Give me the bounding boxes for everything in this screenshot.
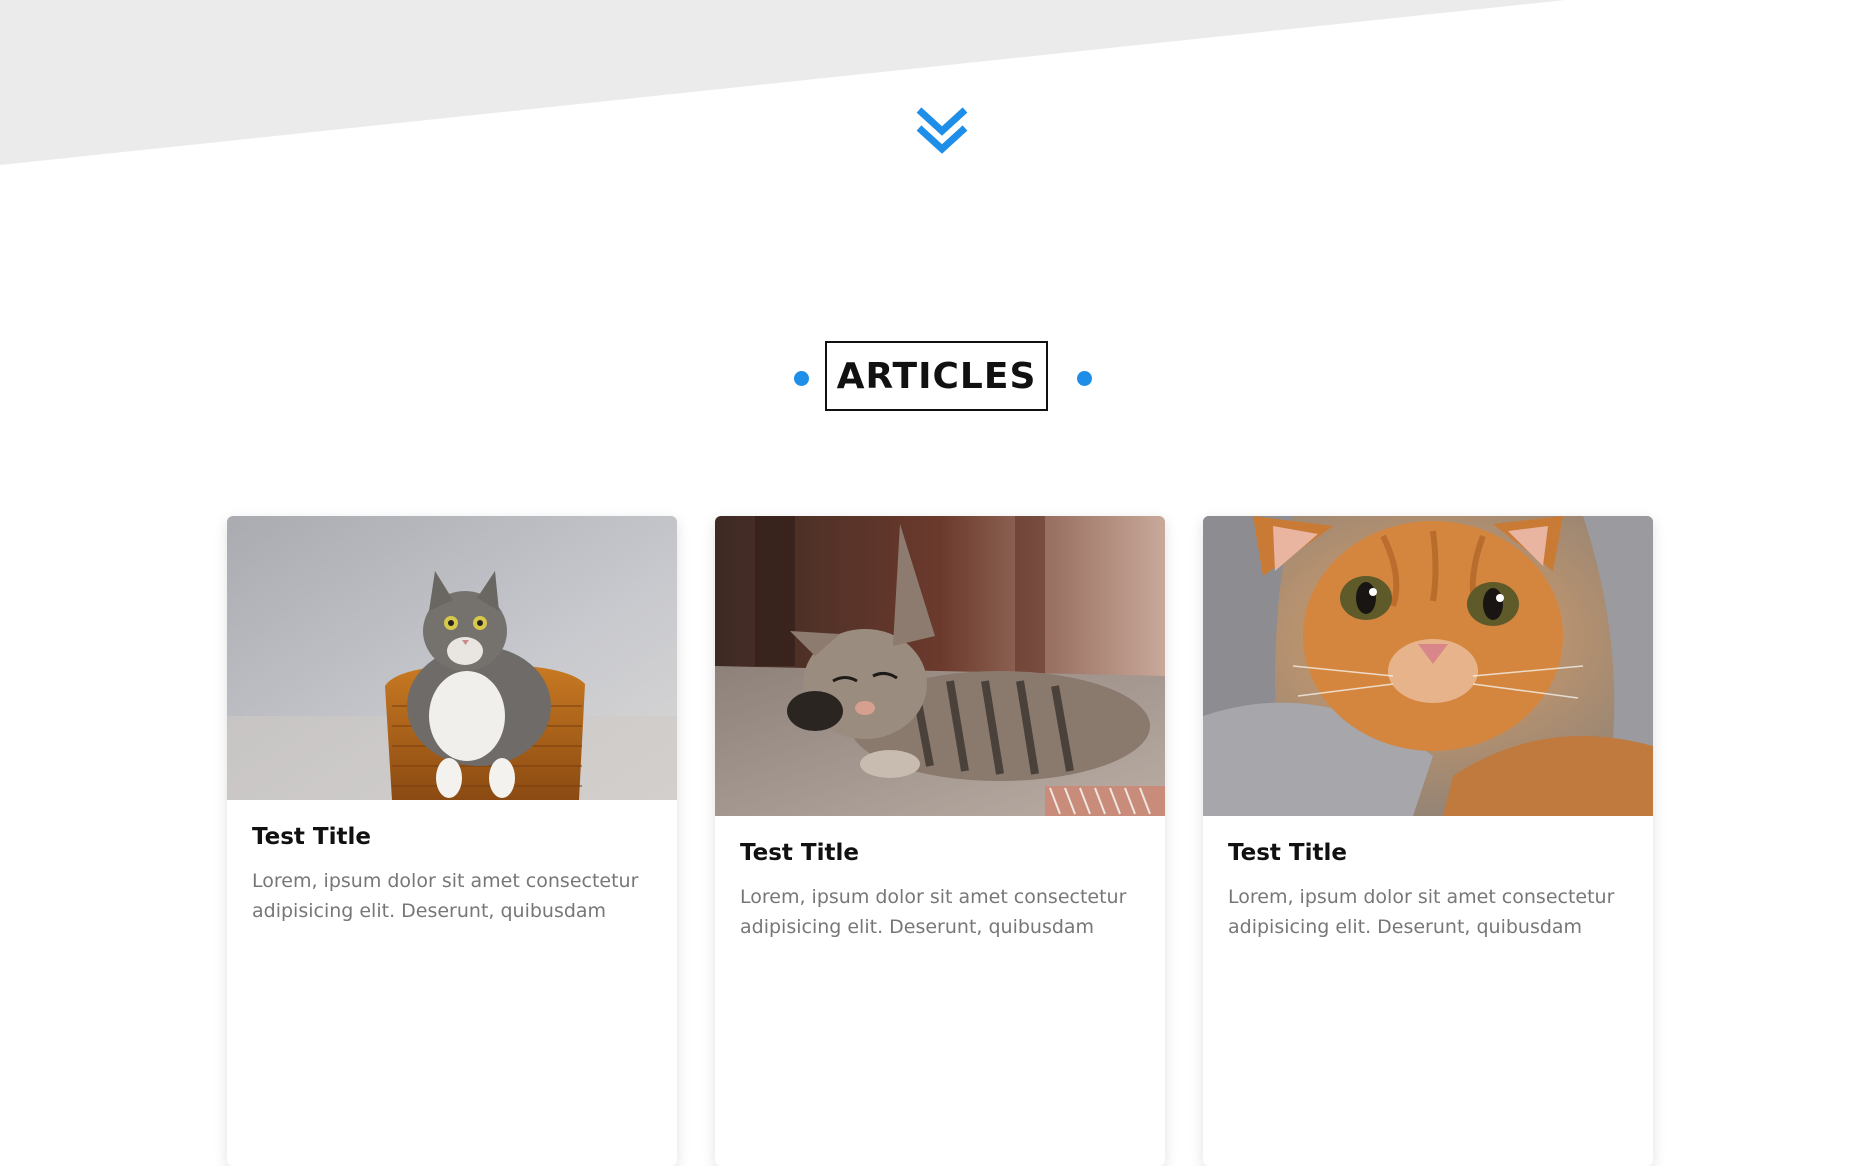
- article-image-kitten-sleeping: [715, 516, 1165, 816]
- article-card[interactable]: Test Title Lorem, ipsum dolor sit amet c…: [715, 516, 1165, 1166]
- double-chevron-down-icon: [916, 107, 968, 154]
- scroll-down-button[interactable]: [913, 104, 971, 160]
- article-excerpt: Lorem, ipsum dolor sit amet consectetur …: [1228, 885, 1615, 938]
- heading-right-dot: [1077, 371, 1092, 386]
- article-card[interactable]: Test Title Lorem, ipsum dolor sit amet c…: [1203, 516, 1653, 1166]
- article-title[interactable]: Test Title: [740, 840, 1140, 868]
- article-title[interactable]: Test Title: [252, 824, 652, 852]
- section-heading-text: ARTICLES: [836, 355, 1037, 397]
- article-excerpt: Lorem, ipsum dolor sit amet consectetur …: [252, 869, 639, 922]
- article-image-orange-kitten: [1203, 516, 1653, 816]
- article-excerpt: Lorem, ipsum dolor sit amet consectetur …: [740, 885, 1127, 938]
- article-image-cat-basket: [227, 516, 677, 800]
- article-title[interactable]: Test Title: [1228, 840, 1628, 868]
- section-heading: ARTICLES: [825, 341, 1048, 411]
- article-card[interactable]: Test Title Lorem, ipsum dolor sit amet c…: [227, 516, 677, 1166]
- heading-left-dot: [794, 371, 809, 386]
